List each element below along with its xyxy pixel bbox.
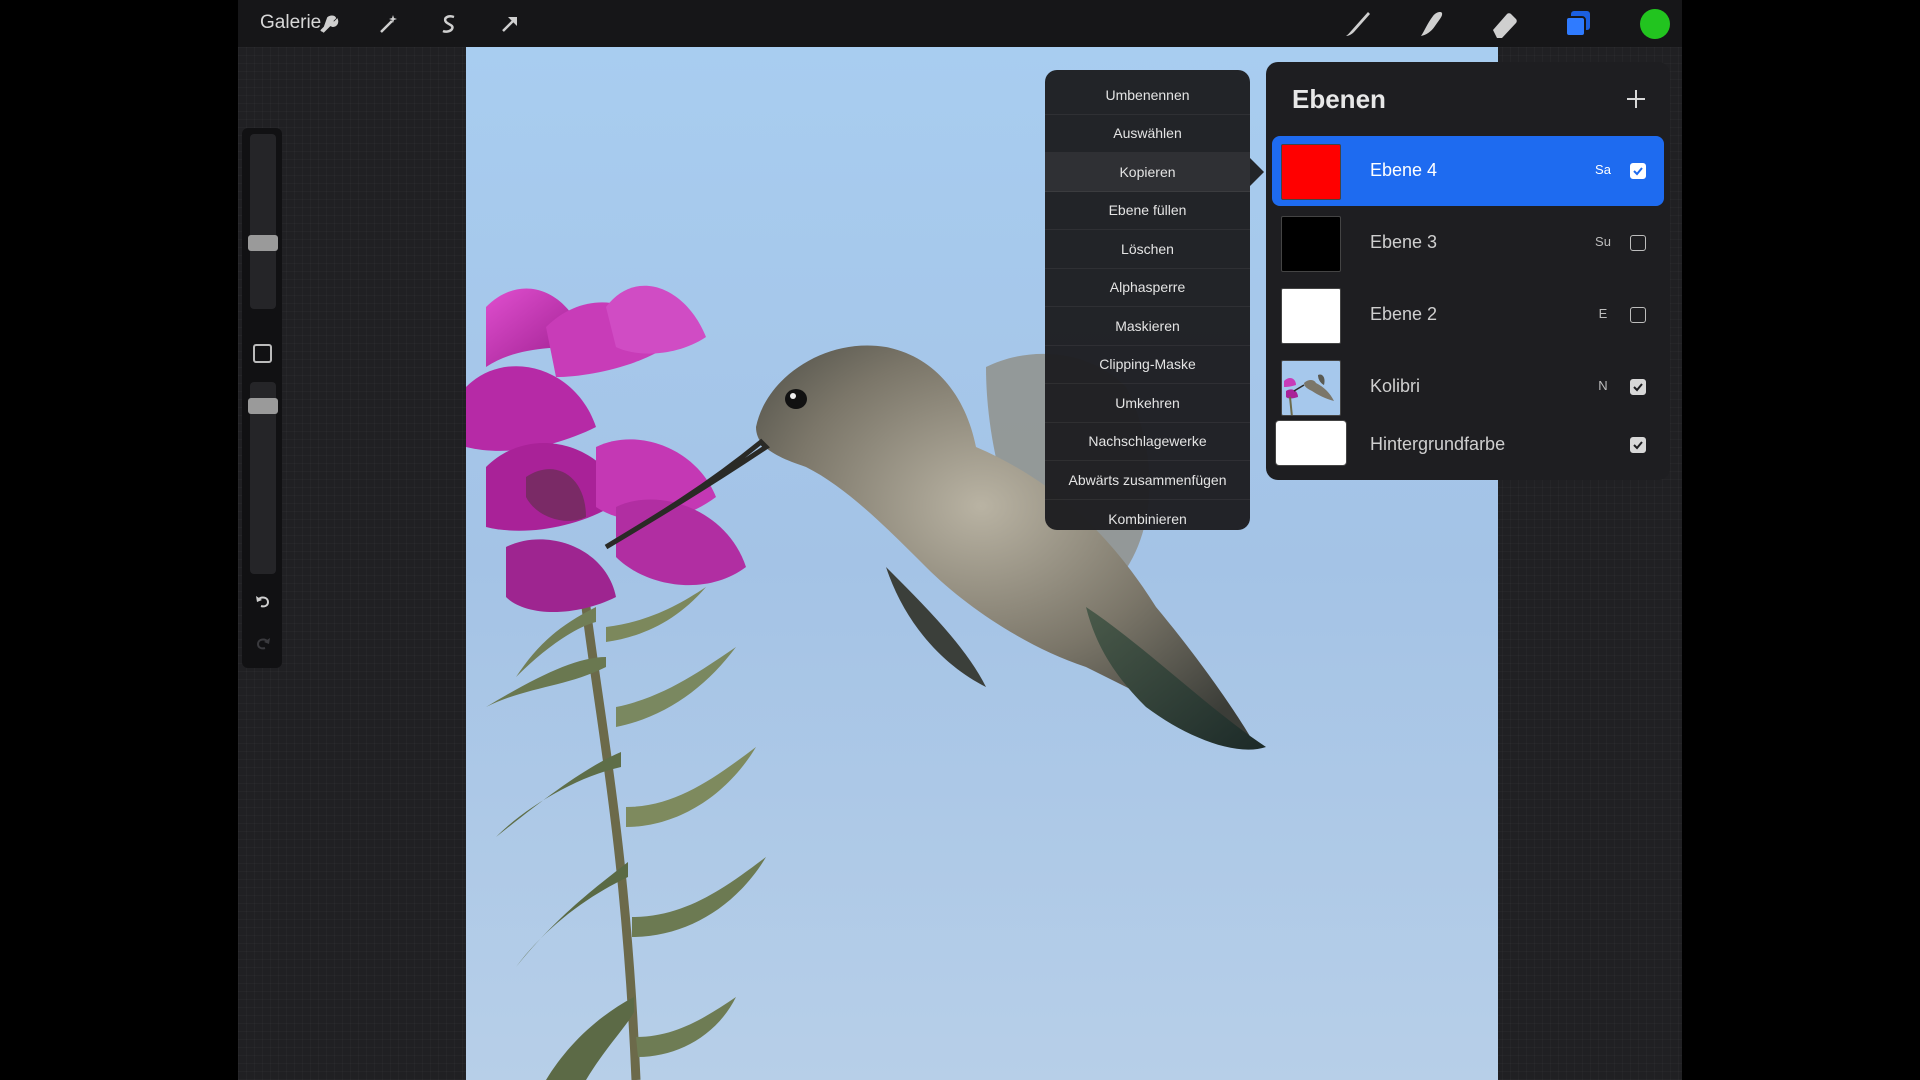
visibility-checkbox[interactable]: [1630, 163, 1646, 179]
layer-row-background-color[interactable]: Hintergrundfarbe: [1272, 416, 1664, 474]
top-toolbar: Galerie: [238, 0, 1682, 47]
left-sidebar: [242, 128, 282, 668]
actions-wrench-icon[interactable]: [313, 9, 343, 39]
menu-item-select[interactable]: Auswählen: [1045, 115, 1250, 153]
add-layer-plus-icon[interactable]: [1621, 84, 1651, 114]
blend-mode-button[interactable]: Sa: [1588, 162, 1618, 177]
visibility-checkbox[interactable]: [1630, 437, 1646, 453]
modify-square-icon[interactable]: [253, 344, 272, 363]
eraser-icon[interactable]: [1487, 6, 1523, 42]
layer-name: Hintergrundfarbe: [1370, 434, 1506, 454]
visibility-checkbox[interactable]: [1630, 379, 1646, 395]
brush-size-thumb[interactable]: [248, 235, 278, 251]
menu-item-clipping-mask[interactable]: Clipping-Maske: [1045, 346, 1250, 384]
visibility-checkbox[interactable]: [1630, 307, 1646, 323]
layer-thumbnail: [1281, 144, 1341, 200]
visibility-checkbox[interactable]: [1630, 235, 1646, 251]
layer-thumbnail: [1281, 360, 1341, 416]
layer-name: Ebene 3: [1370, 232, 1438, 252]
layer-thumbnail: [1275, 420, 1347, 466]
layer-row-ebene-2[interactable]: Ebene 2 E: [1272, 280, 1664, 350]
layers-panel: Ebenen Ebene 4 Sa Ebene 3 Su Ebene 2 E K…: [1266, 62, 1670, 480]
layer-name: Ebene 4: [1370, 160, 1438, 180]
selection-s-icon[interactable]: [434, 9, 464, 39]
menu-item-fill-layer[interactable]: Ebene füllen: [1045, 192, 1250, 230]
menu-item-reference[interactable]: Nachschlagewerke: [1045, 423, 1250, 461]
layer-row-kolibri[interactable]: Kolibri N: [1272, 352, 1664, 422]
redo-icon[interactable]: [250, 630, 276, 656]
smudge-icon[interactable]: [1413, 6, 1449, 42]
layer-name: Ebene 2: [1370, 304, 1438, 324]
layer-options-menu: Umbenennen Auswählen Kopieren Ebene füll…: [1045, 70, 1250, 530]
procreate-app: Galerie Umbenennen Auswählen Kopieren Eb…: [238, 0, 1682, 1080]
adjustments-magic-wand-icon[interactable]: [373, 9, 403, 39]
menu-item-mask[interactable]: Maskieren: [1045, 307, 1250, 346]
opacity-thumb[interactable]: [248, 398, 278, 414]
menu-item-combine[interactable]: Kombinieren: [1045, 500, 1250, 539]
undo-icon[interactable]: [250, 588, 276, 614]
transform-arrow-icon[interactable]: [495, 9, 525, 39]
brush-size-slider[interactable]: [250, 134, 276, 309]
layer-thumbnail: [1281, 216, 1341, 272]
blend-mode-button[interactable]: Su: [1588, 234, 1618, 249]
menu-item-copy[interactable]: Kopieren: [1045, 153, 1250, 192]
menu-item-delete[interactable]: Löschen: [1045, 230, 1250, 269]
menu-item-invert[interactable]: Umkehren: [1045, 384, 1250, 423]
blend-mode-button[interactable]: N: [1588, 378, 1618, 393]
menu-item-rename[interactable]: Umbenennen: [1045, 76, 1250, 115]
menu-item-alpha-lock[interactable]: Alphasperre: [1045, 269, 1250, 307]
layer-row-ebene-3[interactable]: Ebene 3 Su: [1272, 208, 1664, 278]
brush-icon[interactable]: [1339, 6, 1375, 42]
color-picker-swatch[interactable]: [1640, 9, 1670, 39]
menu-pointer-arrow: [1250, 158, 1264, 186]
layer-name: Kolibri: [1370, 376, 1421, 396]
layer-thumbnail: [1281, 288, 1341, 344]
blend-mode-button[interactable]: E: [1588, 306, 1618, 321]
menu-item-merge-down[interactable]: Abwärts zusammenfügen: [1045, 461, 1250, 500]
layers-panel-title: Ebenen: [1292, 84, 1386, 114]
layers-icon[interactable]: [1560, 6, 1596, 42]
layer-row-ebene-4[interactable]: Ebene 4 Sa: [1272, 136, 1664, 206]
